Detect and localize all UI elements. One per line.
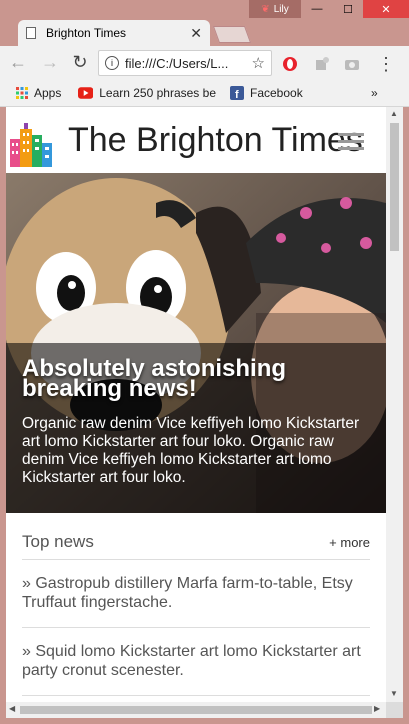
news-item[interactable]: » Gastropub distillery Marfa farm-to-tab… bbox=[22, 560, 370, 628]
bookmark-facebook[interactable]: f Facebook bbox=[230, 86, 303, 100]
svg-text:f: f bbox=[235, 89, 239, 100]
maximize-button[interactable]: ☐ bbox=[334, 0, 362, 18]
reload-button[interactable]: ↻ bbox=[68, 52, 92, 73]
bookmark-star-icon[interactable]: ☆ bbox=[252, 54, 265, 72]
more-news-link[interactable]: + more bbox=[329, 535, 370, 550]
bookmark-label: Learn 250 phrases be bbox=[99, 86, 216, 100]
browser-toolbar: ← → ↻ i file:///C:/Users/L... ☆ ⋮ bbox=[0, 46, 409, 82]
profile-button[interactable]: ❦ Lily bbox=[249, 0, 301, 18]
hero-banner[interactable]: Absolutely astonishing breaking news! Or… bbox=[6, 173, 386, 513]
top-news-header: Top news + more bbox=[22, 531, 370, 560]
city-logo-icon bbox=[8, 121, 56, 169]
bookmark-apps[interactable]: Apps bbox=[16, 86, 61, 100]
menu-dots-icon[interactable]: ⋮ bbox=[376, 54, 396, 74]
vertical-scroll-thumb[interactable] bbox=[390, 123, 399, 251]
scroll-right-arrow-icon[interactable]: ▶ bbox=[374, 704, 380, 713]
hamburger-menu-icon[interactable] bbox=[338, 133, 364, 150]
bookmark-label: Apps bbox=[34, 86, 62, 100]
scroll-left-arrow-icon[interactable]: ◀ bbox=[9, 704, 15, 713]
top-news-section: Top news + more » Gastropub distillery M… bbox=[22, 531, 370, 696]
document-icon bbox=[26, 27, 36, 39]
horizontal-scrollbar[interactable]: ◀ ▶ bbox=[6, 702, 386, 718]
back-button[interactable]: ← bbox=[6, 52, 30, 73]
minimize-button[interactable]: — bbox=[303, 0, 331, 18]
scroll-down-arrow-icon[interactable]: ▼ bbox=[390, 689, 398, 698]
site-title: The Brighton Times bbox=[68, 121, 363, 159]
close-button[interactable]: ✕ bbox=[363, 0, 409, 18]
extension-camera-icon[interactable] bbox=[342, 54, 362, 74]
hero-text: Organic raw denim Vice keffiyeh lomo Kic… bbox=[22, 415, 360, 486]
browser-tab[interactable]: Brighton Times ✕ bbox=[18, 20, 210, 46]
profile-icon: ❦ bbox=[261, 3, 270, 15]
bookmark-youtube[interactable]: Learn 250 phrases be bbox=[78, 86, 216, 100]
horizontal-scroll-thumb[interactable] bbox=[20, 706, 372, 714]
apps-grid-icon bbox=[16, 87, 28, 99]
forward-button[interactable]: → bbox=[38, 52, 62, 73]
tab-title: Brighton Times bbox=[46, 26, 127, 40]
new-tab-button[interactable] bbox=[212, 26, 252, 43]
address-bar[interactable]: i file:///C:/Users/L... ☆ bbox=[98, 50, 272, 76]
bookmarks-overflow-button[interactable]: » bbox=[371, 86, 378, 100]
site-header: The Brighton Times bbox=[6, 107, 386, 171]
opera-extension-icon[interactable] bbox=[280, 54, 300, 74]
url-text: file:///C:/Users/L... bbox=[125, 55, 229, 71]
top-news-title: Top news bbox=[22, 532, 94, 551]
tab-close-button[interactable]: ✕ bbox=[190, 25, 202, 42]
page-viewport: The Brighton Times Absolutely astonishin… bbox=[6, 107, 386, 702]
bookmark-label: Facebook bbox=[250, 86, 303, 100]
scroll-up-arrow-icon[interactable]: ▲ bbox=[390, 109, 398, 118]
news-item[interactable]: » Squid lomo Kickstarter art lomo Kickst… bbox=[22, 628, 370, 696]
vertical-scrollbar[interactable]: ▲ ▼ bbox=[386, 107, 403, 702]
browser-window: Brighton Times ✕ ❦ Lily — ☐ ✕ ← → ↻ i fi… bbox=[0, 0, 409, 724]
youtube-icon bbox=[78, 87, 94, 99]
extension-puzzle-icon[interactable] bbox=[312, 54, 332, 74]
facebook-icon: f bbox=[230, 86, 244, 100]
hero-headline[interactable]: Absolutely astonishing breaking news! bbox=[22, 357, 372, 401]
scrollbar-corner bbox=[386, 702, 403, 718]
profile-name: Lily bbox=[273, 3, 289, 15]
bookmarks-bar: Apps Learn 250 phrases be f Facebook » bbox=[0, 82, 409, 107]
info-icon: i bbox=[105, 56, 119, 70]
